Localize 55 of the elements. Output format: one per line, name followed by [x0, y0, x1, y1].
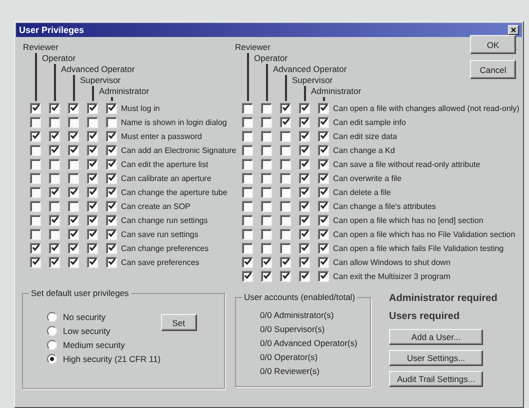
privilege-label: Can edit size data [333, 130, 398, 142]
privilege-label: Can exit the Multisizer 3 program [333, 270, 450, 282]
privilege-label: Can add an Electronic Signature [121, 144, 236, 156]
privilege-label: Name is shown in login dialog [121, 116, 227, 128]
user-settings-button[interactable]: User Settings... [389, 350, 483, 366]
privilege-label: Can save a file without read-only attribute [333, 158, 480, 170]
column-header: Reviewer [235, 42, 270, 52]
privilege-label: Can allow Windows to shut down [333, 256, 450, 268]
privilege-label: Can edit the aperture list [121, 158, 208, 170]
account-count: 0/0 Supervisor(s) [260, 324, 326, 334]
account-count: 0/0 Operator(s) [260, 352, 319, 362]
window-title: User Privileges [19, 25, 84, 35]
privilege-label: Can overwrite a file [333, 172, 402, 184]
account-count: 0/0 Reviewer(s) [260, 366, 321, 376]
privilege-label: Can calibrate an aperture [121, 172, 212, 184]
cancel-button[interactable]: Cancel [470, 60, 516, 79]
audit-trail-settings-button[interactable]: Audit Trail Settings... [389, 371, 483, 387]
column-header: Administrator [99, 86, 150, 96]
set-button[interactable]: Set [160, 314, 197, 331]
column-header: Reviewer [23, 42, 58, 52]
privilege-label: Can edit sample info [333, 116, 406, 128]
column-header: Advanced Operator [273, 64, 347, 74]
radio-label: Low security [63, 326, 110, 336]
privilege-label: Can create an SOP [121, 200, 190, 212]
privilege-label: Must enter a password [121, 130, 202, 142]
column-header: Advanced Operator [61, 64, 135, 74]
privilege-label: Can change the aperture tube [121, 186, 228, 198]
privilege-label: Can change a file's attributes [333, 200, 436, 212]
column-header: Supervisor [80, 75, 121, 85]
privilege-label: Can open a file which has no [end] section [333, 214, 484, 226]
status-message: Users required [389, 311, 461, 322]
column-header: Administrator [311, 86, 362, 96]
privilege-label: Can save preferences [121, 256, 200, 268]
privilege-label: Must log in [121, 102, 160, 114]
radio-label: No security [63, 312, 106, 322]
privilege-label: Can delete a file [333, 186, 391, 198]
radio-label: Medium security [63, 340, 125, 350]
ok-button[interactable]: OK [470, 35, 516, 54]
privilege-label: Can change run settings [121, 214, 208, 226]
privilege-label: Can save run settings [121, 228, 198, 240]
status-message: Administrator required [389, 293, 498, 304]
privilege-label: Can open a file which has no File Validation section [333, 228, 516, 240]
privilege-label: Can open a file with changes allowed (not read-only) [333, 102, 520, 114]
radio-label: High security (21 CFR 11) [63, 354, 161, 364]
group-title: User accounts (enabled/total) [242, 292, 358, 303]
column-header: Supervisor [292, 75, 333, 85]
privilege-label: Can change a Kd [333, 144, 395, 156]
privilege-label: Can change preferences [121, 242, 209, 254]
group-title: Set default user privileges [29, 288, 131, 299]
column-header: Operator [254, 53, 288, 63]
account-count: 0/0 Administrator(s) [260, 310, 335, 320]
add-user-button[interactable]: Add a User... [389, 329, 483, 345]
account-count: 0/0 Advanced Operator(s) [260, 338, 358, 348]
privilege-label: Can open a file which fails File Validation testing [333, 242, 504, 254]
column-header: Operator [42, 53, 76, 63]
